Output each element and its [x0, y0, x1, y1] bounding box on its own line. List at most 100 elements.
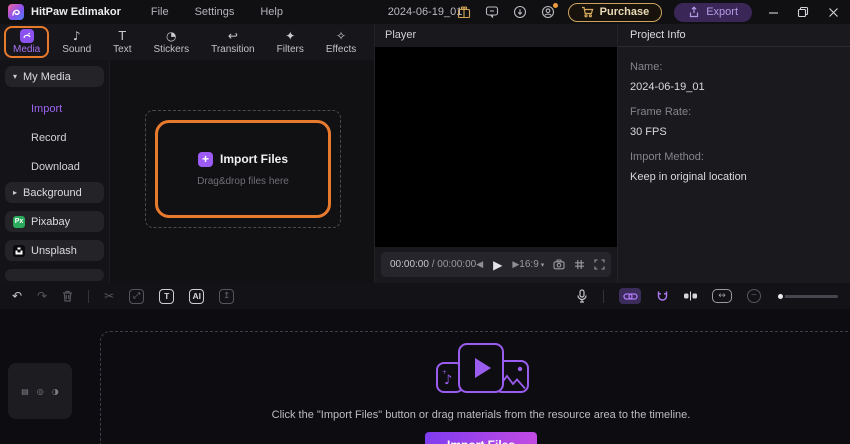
- magnet-snap-icon[interactable]: [656, 290, 669, 303]
- sidebar-item-import[interactable]: Import: [5, 95, 104, 124]
- redo-icon[interactable]: ↷: [37, 290, 47, 302]
- next-frame-button[interactable]: ▶: [512, 260, 519, 270]
- unsplash-icon: [13, 244, 25, 257]
- track-visibility-icon[interactable]: ◎: [37, 387, 44, 396]
- text-tool-icon[interactable]: T: [159, 288, 175, 304]
- project-info-panel: Project Info Name: 2024-06-19_01 Frame R…: [618, 24, 850, 283]
- import-method-value: Keep in original location: [630, 171, 747, 183]
- upload-clip-icon[interactable]: ↥: [219, 288, 235, 304]
- tab-filters[interactable]: ✦ Filters: [268, 26, 313, 58]
- sidebar-item-download[interactable]: Download: [5, 153, 104, 182]
- feedback-icon[interactable]: [484, 4, 500, 20]
- ai-subtitle-icon[interactable]: AI: [189, 288, 205, 304]
- purchase-button[interactable]: Purchase: [567, 2, 663, 22]
- text-icon: T: [118, 29, 127, 43]
- resource-column: Media ♪ Sound T Text ◔ Stickers ↩ Transi…: [0, 24, 417, 283]
- name-label: Name:: [630, 61, 663, 73]
- tab-transition[interactable]: ↩ Transition: [202, 26, 264, 58]
- export-button[interactable]: Export: [674, 2, 752, 22]
- timeline-toolbar: ↶ ↷ ✂ ⤢ T AI ↥ ↔ −: [0, 283, 850, 309]
- media-dropzone[interactable]: + Import Files Drag&drop files here: [145, 110, 341, 228]
- sidebar-group-my-media[interactable]: ▾ My Media: [5, 66, 104, 87]
- player-title: Player: [385, 29, 417, 41]
- import-method-label: Import Method:: [630, 151, 704, 163]
- menu-help[interactable]: Help: [260, 6, 283, 18]
- timeline-zoom-slider[interactable]: [776, 291, 838, 301]
- video-preview: [375, 47, 617, 247]
- delete-icon[interactable]: [62, 290, 73, 302]
- sidebar-item-unsplash[interactable]: Unsplash: [5, 240, 104, 261]
- resource-tabbar: Media ♪ Sound T Text ◔ Stickers ↩ Transi…: [0, 24, 417, 60]
- crop-icon[interactable]: ⤢: [129, 288, 145, 304]
- export-icon: [690, 6, 699, 18]
- tab-effects[interactable]: ✧ Effects: [317, 26, 365, 58]
- import-files-label: Import Files: [219, 152, 288, 166]
- import-files-highlight[interactable]: + Import Files Drag&drop files here: [155, 120, 331, 218]
- project-info-title: Project Info: [618, 24, 850, 47]
- titlebar: HitPaw Edimakor File Settings Help 2024-…: [0, 0, 850, 24]
- snapshot-icon[interactable]: [553, 259, 565, 270]
- fullscreen-icon[interactable]: [594, 259, 605, 270]
- tab-stickers[interactable]: ◔ Stickers: [145, 26, 199, 58]
- sidebar-item-record[interactable]: Record: [5, 124, 104, 153]
- track-mute-icon[interactable]: ◑: [52, 387, 59, 396]
- app-logo-icon: [8, 4, 24, 20]
- resource-body: ▾ My Media Import Record Download ▸ Back…: [0, 60, 374, 283]
- caret-down-icon: ▾: [540, 260, 545, 269]
- tab-media[interactable]: Media: [4, 26, 50, 58]
- timeline-dropzone[interactable]: ♪ + Click the "Import Files" button or d…: [100, 331, 850, 444]
- grid-icon[interactable]: [574, 259, 585, 270]
- aspect-ratio-select[interactable]: 16:9 ▾: [519, 259, 544, 270]
- menu-settings[interactable]: Settings: [195, 6, 235, 18]
- timeline-import-files-button[interactable]: Import Files: [425, 432, 537, 444]
- playback-time: 00:00:00 / 00:00:00: [390, 259, 477, 270]
- minimize-button[interactable]: [764, 3, 782, 21]
- notification-dot: [552, 3, 558, 8]
- tab-text[interactable]: T Text: [104, 26, 140, 58]
- effects-icon: ✧: [336, 29, 347, 43]
- download-icon[interactable]: [512, 4, 528, 20]
- drag-drop-hint: Drag&drop files here: [197, 175, 289, 187]
- close-button[interactable]: [824, 3, 842, 21]
- track-type-icon: ▤: [21, 386, 29, 396]
- plus-icon: +: [197, 151, 213, 167]
- sidebar-item-pixabay[interactable]: Px Pixabay: [5, 211, 104, 232]
- voiceover-mic-icon[interactable]: [576, 289, 588, 303]
- sound-icon: ♪: [72, 29, 81, 43]
- media-import-panel: + Import Files Drag&drop files here: [110, 60, 374, 283]
- project-info-body: Name: 2024-06-19_01 Frame Rate: 30 FPS I…: [618, 47, 850, 189]
- sidebar-item-partial[interactable]: [5, 269, 104, 281]
- link-clips-icon[interactable]: [619, 288, 641, 304]
- timeline-area: ▤ ◎ ◑ ♪ + Click the "Import Files" butto…: [0, 309, 850, 444]
- sidebar-group-background[interactable]: ▸ Background: [5, 182, 104, 203]
- undo-icon[interactable]: ↶: [12, 290, 22, 302]
- project-title: 2024-06-19_01: [387, 6, 463, 18]
- split-icon[interactable]: ✂: [104, 290, 114, 302]
- transition-icon: ↩: [227, 29, 238, 43]
- toolbar-divider: [603, 289, 604, 303]
- menu-file[interactable]: File: [151, 6, 169, 18]
- player-panel: Player 00:00:00 / 00:00:00 ◀ ▶ ▶ 16:9 ▾: [375, 24, 618, 283]
- player-controls: 00:00:00 / 00:00:00 ◀ ▶ ▶ 16:9 ▾: [381, 252, 611, 277]
- app-name: HitPaw Edimakor: [31, 6, 121, 18]
- toolbar-divider: [88, 289, 90, 303]
- filters-icon: ✦: [285, 29, 296, 43]
- zoom-slider-handle[interactable]: [776, 291, 785, 301]
- previous-frame-button[interactable]: ◀: [476, 260, 483, 270]
- app-window: HitPaw Edimakor File Settings Help 2024-…: [0, 0, 850, 444]
- tab-sound[interactable]: ♪ Sound: [53, 26, 100, 58]
- menubar: File Settings Help: [151, 6, 283, 18]
- restore-button[interactable]: [794, 3, 812, 21]
- media-icon: [19, 29, 34, 43]
- account-icon[interactable]: [540, 3, 558, 20]
- media-sidebar: ▾ My Media Import Record Download ▸ Back…: [0, 60, 110, 283]
- frame-rate-value: 30 FPS: [630, 126, 667, 138]
- svg-text:+: +: [442, 369, 447, 376]
- zoom-out-icon[interactable]: −: [747, 289, 761, 303]
- gift-icon[interactable]: [456, 4, 472, 20]
- pixabay-icon: Px: [13, 215, 25, 228]
- play-button[interactable]: ▶: [493, 258, 502, 272]
- fit-timeline-icon[interactable]: ↔: [712, 289, 732, 303]
- snap-edit-icon[interactable]: [684, 291, 697, 301]
- track-header: ▤ ◎ ◑: [8, 363, 72, 419]
